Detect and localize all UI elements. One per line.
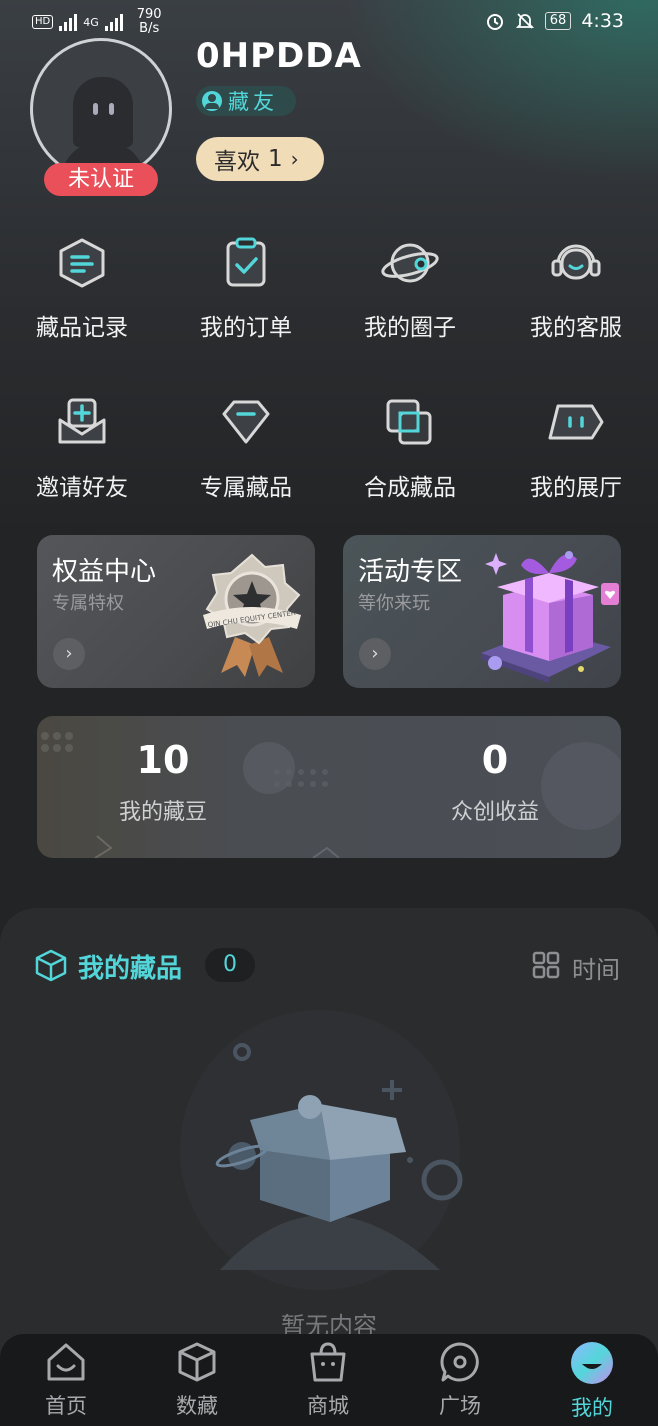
menu-invite-friends[interactable]: 邀请好友 (2, 396, 162, 502)
avatar-eye-left (93, 103, 98, 115)
role-tag: 藏友 (196, 86, 296, 116)
chevron-right-icon: › (359, 638, 391, 670)
tab-mall[interactable]: 商城 (278, 1340, 378, 1420)
gift-box-icon (481, 551, 619, 683)
alarm-icon (486, 14, 503, 30)
menu-label: 邀请好友 (36, 475, 128, 501)
shopping-bag-icon (310, 1342, 346, 1382)
beans-stat[interactable]: 10 我的藏豆 (63, 738, 263, 826)
menu-label: 我的客服 (530, 315, 622, 341)
grid-view-icon[interactable] (532, 951, 560, 979)
signal-icon (59, 13, 78, 31)
battery-indicator: 68 (544, 12, 572, 30)
menu-exclusive-collection[interactable]: 专属藏品 (166, 396, 326, 502)
menu-customer-service[interactable]: 我的客服 (496, 236, 656, 342)
tab-label: 首页 (45, 1394, 87, 1418)
collections-title: 我的藏品 (78, 954, 183, 984)
hd-indicator: HD (32, 15, 54, 29)
profile-face-icon (571, 1342, 613, 1384)
signal-icon-2 (104, 13, 123, 31)
promo-subtitle: 专属特权 (52, 593, 124, 614)
avatar-face (73, 77, 133, 147)
verify-badge[interactable]: 未认证 (44, 163, 158, 196)
promo-subtitle: 等你来玩 (358, 593, 430, 614)
user-icon (202, 91, 222, 111)
net-speed-unit: B/s (139, 21, 160, 36)
cube-icon (178, 1342, 216, 1382)
tab-label: 广场 (439, 1394, 481, 1418)
order-clipboard-icon (226, 237, 266, 287)
collections-count: 0 (205, 948, 255, 982)
layers-icon (386, 399, 432, 445)
chevron-right-icon: › (53, 638, 85, 670)
earnings-stat[interactable]: 0 众创收益 (395, 738, 595, 826)
tab-mine[interactable]: 我的 (542, 1340, 642, 1422)
tab-label: 数藏 (176, 1394, 218, 1418)
gallery-face-icon (548, 404, 604, 440)
mute-bell-icon (515, 13, 534, 29)
menu-label: 我的圈子 (364, 315, 456, 341)
beans-label: 我的藏豆 (118, 800, 207, 825)
menu-label: 专属藏品 (200, 475, 292, 501)
bottom-tab-bar: 首页 数藏 商城 广场 我的 (0, 1334, 658, 1426)
network-type: 4G (83, 15, 99, 29)
menu-collection-record[interactable]: 藏品记录 (2, 236, 162, 342)
headset-icon (551, 244, 601, 280)
username: 0HPDDA (196, 36, 362, 76)
menu-label: 合成藏品 (364, 475, 456, 501)
clock: 4:33 (581, 10, 624, 32)
diamond-icon (222, 400, 270, 444)
net-speed-value: 790 (136, 7, 162, 22)
avatar[interactable] (30, 38, 172, 180)
menu-synthesize-collection[interactable]: 合成藏品 (330, 396, 490, 502)
menu-gallery[interactable]: 我的展厅 (496, 396, 656, 502)
empty-box-illustration (180, 1010, 463, 1290)
tab-collections[interactable]: 数藏 (147, 1340, 247, 1420)
menu-label: 藏品记录 (36, 315, 128, 341)
chat-bubble-icon (440, 1342, 479, 1382)
home-icon (47, 1343, 85, 1381)
activity-zone-card[interactable]: 活动专区 等你来玩 › (343, 535, 621, 688)
earnings-value: 0 (481, 738, 509, 782)
sort-by-time-button[interactable]: 时间 (572, 950, 620, 985)
stats-card: 10 我的藏豆 0 众创收益 (37, 716, 621, 858)
role-label: 藏友 (228, 90, 278, 114)
likes-count: 1 (268, 146, 283, 172)
tab-home[interactable]: 首页 (16, 1340, 116, 1420)
cube-outline-icon (35, 949, 67, 982)
menu-orders[interactable]: 我的订单 (166, 236, 326, 342)
tab-label: 我的 (571, 1396, 613, 1420)
beans-value: 10 (136, 738, 190, 782)
likes-button[interactable]: 喜欢 1 › (196, 137, 324, 181)
tab-square[interactable]: 广场 (410, 1340, 510, 1420)
likes-label: 喜欢 (214, 149, 260, 175)
net-speed: 790 B/s (137, 8, 162, 36)
collection-record-icon (59, 238, 105, 288)
chevron-right-icon: › (290, 147, 299, 171)
promo-title: 权益中心 (52, 557, 157, 587)
planet-circle-icon (381, 243, 439, 283)
menu-circle[interactable]: 我的圈子 (330, 236, 490, 342)
equity-medal-icon: QIN CHU EQUITY CENTER (203, 553, 301, 677)
equity-center-card[interactable]: 权益中心 专属特权 › QIN CHU EQUITY CENTER (37, 535, 315, 688)
tab-label: 商城 (307, 1394, 349, 1418)
earnings-label: 众创收益 (450, 800, 539, 825)
avatar-eye-right (109, 103, 114, 115)
promo-title: 活动专区 (358, 557, 463, 587)
menu-label: 我的订单 (200, 315, 292, 341)
invite-inbox-icon (58, 398, 106, 444)
menu-label: 我的展厅 (530, 475, 622, 501)
